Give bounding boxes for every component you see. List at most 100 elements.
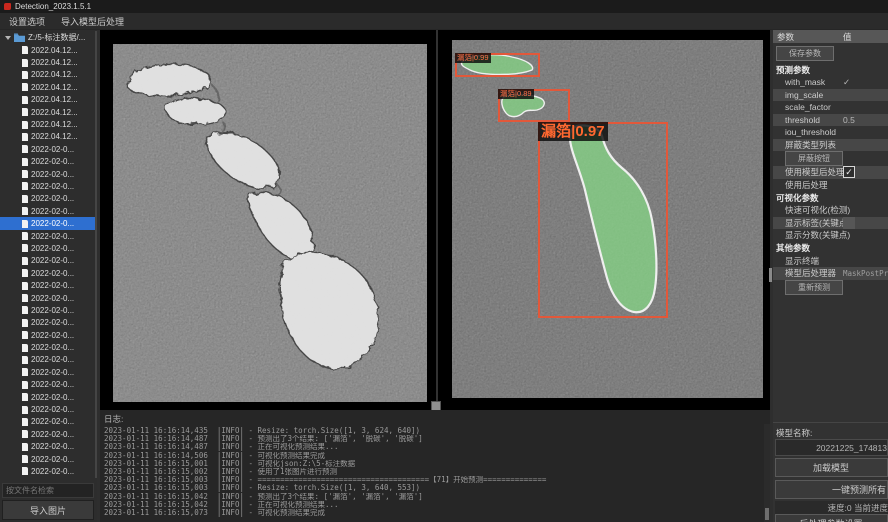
left-image-original[interactable] <box>113 44 427 402</box>
param-label: 显示分数(关键点) <box>785 229 850 241</box>
tree-item[interactable]: 2022-02-0... <box>0 341 97 353</box>
tree-item-label: 2022-02-0... <box>31 405 74 414</box>
tree-item[interactable]: 2022-02-0... <box>0 329 97 341</box>
model-name-field[interactable]: 20221225_174813 <box>775 439 888 456</box>
tree-item-label: 2022-02-0... <box>31 417 74 426</box>
import-images-button[interactable]: 导入图片 <box>2 500 94 520</box>
log-line: 2023-01-11 16:16:14,487 |INFO| - 预测出了3个结… <box>100 435 770 443</box>
tree-item[interactable]: 2022.04.12... <box>0 81 97 93</box>
tree-item[interactable]: 2022-02-0... <box>0 465 97 477</box>
tree-item[interactable]: 2022-02-0... <box>0 242 97 254</box>
tree-item[interactable]: 2022.04.12... <box>0 56 97 68</box>
menu-item-import-postprocess[interactable]: 导入模型后处理 <box>61 15 124 28</box>
param-row-iou-threshold[interactable]: iou_threshold <box>773 126 888 139</box>
folder-icon <box>14 33 25 42</box>
file-icon <box>22 182 28 190</box>
param-row-scale-factor[interactable]: scale_factor <box>773 101 888 114</box>
tree-item[interactable]: 2022-02-0... <box>0 441 97 453</box>
menu-item-settings[interactable]: 设置选项 <box>9 15 45 28</box>
param-row-use-postprocess[interactable]: 使用后处理 <box>773 179 888 192</box>
tree-item[interactable]: 2022.04.12... <box>0 44 97 56</box>
tree-item[interactable]: 2022.04.12... <box>0 69 97 81</box>
file-icon <box>22 331 28 339</box>
tree-item[interactable]: 2022-02-0... <box>0 304 97 316</box>
viewer-divider <box>436 30 438 410</box>
log-title: 日志: <box>100 410 770 427</box>
param-row-threshold[interactable]: threshold 0.5 <box>773 114 888 127</box>
param-row-img-scale[interactable]: img_scale <box>773 89 888 102</box>
param-row-use-model-postprocess[interactable]: 使用模型后处理 ✓ <box>773 166 888 179</box>
tree-item[interactable]: 2022-02-0... <box>0 255 97 267</box>
tree-item[interactable]: 2022-02-0... <box>0 267 97 279</box>
tree-item[interactable]: 2022-02-0... <box>0 279 97 291</box>
tree-item[interactable]: 2022-02-0... <box>0 379 97 391</box>
tree-item-label: 2022-02-0... <box>31 194 74 203</box>
section-predict-params: 预测参数 <box>773 63 888 76</box>
param-row-show-label[interactable]: 显示标签(关键点) <box>773 217 888 230</box>
mask-button[interactable]: 屏蔽按钮 <box>785 151 843 166</box>
tree-item[interactable]: 2022-02-0... <box>0 428 97 440</box>
tree-item[interactable]: 2022.04.12... <box>0 118 97 130</box>
predict-all-button[interactable]: 一键预测所有 <box>775 480 888 499</box>
param-row-model-postprocessor[interactable]: 模型后处理器 MaskPostPro <box>773 267 888 280</box>
use-model-postprocess-checkbox[interactable]: ✓ <box>843 166 855 178</box>
tree-item[interactable]: 2022-02-0... <box>0 180 97 192</box>
expand-caret-icon[interactable] <box>5 36 11 40</box>
right-image-prediction[interactable] <box>452 40 763 398</box>
postprocess-settings-button[interactable]: 后处理参数设置 <box>775 514 888 522</box>
file-icon <box>22 257 28 265</box>
tree-item-label: 2022-02-0... <box>31 182 74 191</box>
save-params-button[interactable]: 保存参数 <box>776 46 834 61</box>
tree-item[interactable]: 2022-02-0... <box>0 217 97 229</box>
filename-search-input[interactable] <box>2 483 94 498</box>
file-icon <box>22 195 28 203</box>
tree-item[interactable]: 2022-02-0... <box>0 193 97 205</box>
tree-item-label: 2022.04.12... <box>31 83 78 92</box>
tree-item[interactable]: 2022-02-0... <box>0 403 97 415</box>
file-icon <box>22 418 28 426</box>
tree-item[interactable]: 2022-02-0... <box>0 230 97 242</box>
tree-item-label: 2022-02-0... <box>31 232 74 241</box>
show-label-checkbox[interactable] <box>843 217 855 229</box>
panel-scrollbar-thumb[interactable] <box>769 268 772 282</box>
log-line: 2023-01-11 16:16:15,003 |INFO| - =======… <box>100 476 770 484</box>
tree-item[interactable]: 2022-02-0... <box>0 354 97 366</box>
repredict-button[interactable]: 重新预测 <box>785 280 843 295</box>
param-row-with-mask[interactable]: with_mask ✓ <box>773 76 888 89</box>
section-other-params: 其他参数 <box>773 242 888 255</box>
param-row-show-score[interactable]: 显示分数(关键点) <box>773 229 888 242</box>
param-row-mask-type-list[interactable]: 屏蔽类型列表 <box>773 139 888 152</box>
file-icon <box>22 121 28 129</box>
tree-item[interactable]: 2022-02-0... <box>0 143 97 155</box>
tree-item[interactable]: 2022-02-0... <box>0 156 97 168</box>
log-scrollbar-thumb[interactable] <box>765 508 769 520</box>
tree-item[interactable]: 2022-02-0... <box>0 453 97 465</box>
param-label: 使用模型后处理 <box>785 166 845 178</box>
tree-item[interactable]: 2022-02-0... <box>0 391 97 403</box>
tree-scrollbar[interactable] <box>95 31 97 478</box>
tree-item[interactable]: 2022-02-0... <box>0 317 97 329</box>
tree-item[interactable]: 2022.04.12... <box>0 106 97 118</box>
load-model-button[interactable]: 加载模型 <box>775 458 888 477</box>
tree-item-label: 2022-02-0... <box>31 331 74 340</box>
param-row-quick-visualization[interactable]: 快速可视化(检测) <box>773 204 888 217</box>
tree-item[interactable]: 2022-02-0... <box>0 416 97 428</box>
log-scrollbar[interactable] <box>764 424 770 522</box>
tree-item-label: 2022-02-0... <box>31 145 74 154</box>
tree-item[interactable]: 2022-02-0... <box>0 292 97 304</box>
tree-item[interactable]: 2022.04.12... <box>0 131 97 143</box>
tree-item-label: 2022-02-0... <box>31 281 74 290</box>
file-icon <box>22 46 28 54</box>
log-line: 2023-01-11 16:16:15,042 |INFO| - 正在可视化预测… <box>100 501 770 509</box>
tree-root-label: Z:/5-标注数据/... <box>28 32 85 43</box>
tree-item[interactable]: 2022-02-0... <box>0 168 97 180</box>
log-line: 2023-01-11 16:16:14,487 |INFO| - 正在可视化预测… <box>100 443 770 451</box>
tree-item[interactable]: 2022.04.12... <box>0 94 97 106</box>
tree-item-list: 2022.04.12... 2022.04.12... 2022.04.12..… <box>0 44 97 478</box>
tree-item[interactable]: 2022-02-0... <box>0 205 97 217</box>
tree-item[interactable]: 2022-02-0... <box>0 366 97 378</box>
tree-root-folder[interactable]: Z:/5-标注数据/... <box>0 31 97 44</box>
param-column-header: 参数 <box>773 31 843 43</box>
file-icon <box>22 443 28 451</box>
param-row-show-terminal[interactable]: 显示终端 <box>773 255 888 268</box>
